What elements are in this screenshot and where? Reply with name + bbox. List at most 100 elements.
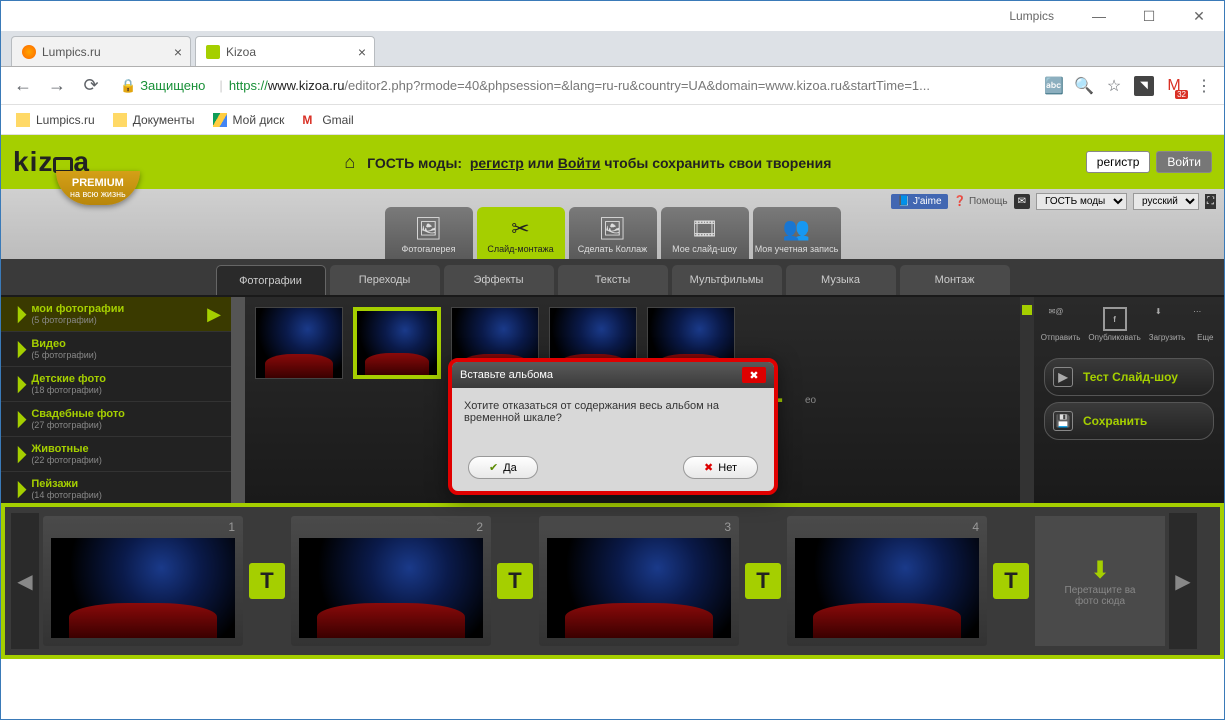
collage-icon: 🖼 [599, 216, 627, 242]
yes-button[interactable]: ✔Да [468, 456, 538, 479]
gmail-icon[interactable]: M 32 [1164, 76, 1184, 96]
download-arrow-icon: ⬇ [1090, 556, 1110, 585]
fb-jaime-button[interactable]: 📘 J'aime [891, 194, 947, 209]
ext-icon[interactable]: ◥ [1134, 76, 1154, 96]
gmail-icon: M [302, 113, 316, 127]
forward-button[interactable]: → [45, 75, 69, 96]
timeline-slot[interactable]: 2 [291, 516, 491, 646]
maximize-button[interactable]: ☐ [1134, 1, 1164, 31]
test-slideshow-button[interactable]: ▶ Тест Слайд-шоу [1044, 358, 1214, 396]
users-icon: 👥 [783, 216, 810, 242]
save-button[interactable]: 💾 Сохранить [1044, 402, 1214, 440]
tab-collage[interactable]: 🖼Сделать Коллаж [569, 207, 657, 259]
register-button[interactable]: регистр [1086, 151, 1151, 173]
browser-tab-lumpics[interactable]: Lumpics.ru × [11, 36, 191, 66]
no-button[interactable]: ✖Нет [683, 456, 758, 479]
mini-toolbar: 📘 J'aime ❓Помощь ✉ ГОСТЬ моды русский ⛶ [891, 193, 1216, 210]
sec-tab-transitions[interactable]: Переходы [330, 265, 440, 295]
fullscreen-icon[interactable]: ⛶ [1205, 194, 1216, 209]
sidebar-item-kids[interactable]: ◢ Детские фото(18 фотографии) [1, 367, 231, 402]
transition-icon: T [497, 563, 533, 599]
tab-label: Kizoa [226, 45, 256, 59]
transition-slot[interactable]: T [743, 516, 783, 646]
transition-icon: T [745, 563, 781, 599]
close-tab-icon[interactable]: × [358, 44, 366, 60]
transition-slot[interactable]: T [247, 516, 287, 646]
sec-tab-texts[interactable]: Тексты [558, 265, 668, 295]
sec-tab-photos[interactable]: Фотографии [216, 265, 326, 295]
right-panel: ✉@Отправить fОпубликовать ⬇Загрузить ⋯Ещ… [1034, 297, 1224, 503]
home-icon[interactable]: ⌂ [344, 152, 355, 172]
gallery-icon: 🖼 [415, 216, 443, 242]
send-button[interactable]: ✉@Отправить [1041, 307, 1081, 342]
timeline-prev-button[interactable]: ◀ [11, 513, 39, 649]
login-button[interactable]: Войти [1156, 151, 1212, 173]
timeline-slot[interactable]: 3 [539, 516, 739, 646]
minimize-button[interactable]: — [1084, 1, 1114, 31]
dialog-titlebar: Вставьте альбома ✖ [452, 362, 774, 388]
register-link[interactable]: регистр [470, 155, 524, 171]
arrow-icon: ◢ [6, 338, 29, 361]
sidebar-scrollbar[interactable] [231, 297, 245, 503]
timeline-drop-zone[interactable]: ⬇ Перетащите ва фото сюда [1035, 516, 1165, 646]
url-path: /editor2.php?rmode=40&phpsession=&lang=r… [344, 78, 930, 93]
timeline-slot[interactable]: 4 [787, 516, 987, 646]
tab-myaccount[interactable]: 👥Моя учетная запись [753, 207, 841, 259]
lang-select[interactable]: русский [1133, 193, 1199, 210]
bookmarks-bar: Lumpics.ru Документы Мой диск MGmail [1, 105, 1224, 135]
bookmark-documents[interactable]: Документы [113, 113, 195, 127]
window-title: Lumpics [1009, 9, 1054, 23]
arrow-icon: ◢ [6, 443, 29, 466]
sec-tab-music[interactable]: Музыка [786, 265, 896, 295]
help-link[interactable]: ❓Помощь [954, 196, 1008, 207]
transition-slot[interactable]: T [495, 516, 535, 646]
sec-tab-cartoons[interactable]: Мультфильмы [672, 265, 782, 295]
transition-slot[interactable]: T [991, 516, 1031, 646]
url-input[interactable]: 🔒 Защищено | https://www.kizoa.ru/editor… [113, 72, 1034, 100]
contact-icon[interactable]: ✉ [1014, 194, 1030, 209]
arrow-icon: ◢ [6, 478, 29, 501]
sidebar-item-landscapes[interactable]: ◢ Пейзажи(14 фотографии) [1, 472, 231, 503]
tab-myslideshow[interactable]: 🎞Мое слайд-шоу [661, 207, 749, 259]
close-window-button[interactable]: ✕ [1184, 1, 1214, 31]
bookmark-mydisk[interactable]: Мой диск [213, 113, 285, 127]
close-tab-icon[interactable]: × [174, 44, 182, 60]
sidebar-item-video[interactable]: ◢ Видео(5 фотографии) [1, 332, 231, 367]
sec-tab-montage[interactable]: Монтаж [900, 265, 1010, 295]
bookmark-gmail[interactable]: MGmail [302, 113, 353, 127]
photo-thumb[interactable] [255, 307, 343, 379]
browser-tab-bar: Lumpics.ru × Kizoa × [1, 31, 1224, 67]
save-icon: 💾 [1053, 411, 1073, 431]
guest-select[interactable]: ГОСТЬ моды [1036, 193, 1127, 210]
sec-tab-effects[interactable]: Эффекты [444, 265, 554, 295]
login-link[interactable]: Войти [558, 155, 601, 171]
tab-slidemontage[interactable]: ✂Слайд-монтажа [477, 207, 565, 259]
bookmark-lumpics[interactable]: Lumpics.ru [16, 113, 95, 127]
sidebar-item-myphotos[interactable]: ◢ мои фотографии(5 фотографии) ▶ [1, 297, 231, 332]
add-hint: ео [805, 395, 816, 406]
url-host: www.kizoa.ru [268, 78, 345, 93]
tab-photogallery[interactable]: 🖼Фотогалерея [385, 207, 473, 259]
arrow-icon: ◢ [6, 408, 29, 431]
browser-tab-kizoa[interactable]: Kizoa × [195, 36, 375, 66]
back-button[interactable]: ← [11, 75, 35, 96]
timeline-next-button[interactable]: ▶ [1169, 513, 1197, 649]
play-icon[interactable]: ▶ [207, 304, 221, 325]
translate-icon[interactable]: 🔤 [1044, 76, 1064, 96]
album-sidebar[interactable]: ◢ мои фотографии(5 фотографии) ▶ ◢ Видео… [1, 297, 231, 503]
reload-button[interactable]: ⟳ [79, 75, 103, 96]
sub-header: 📘 J'aime ❓Помощь ✉ ГОСТЬ моды русский ⛶ … [1, 189, 1224, 259]
sidebar-item-animals[interactable]: ◢ Животные(22 фотографии) [1, 437, 231, 472]
dialog-close-button[interactable]: ✖ [742, 367, 766, 383]
photo-thumb-selected[interactable] [353, 307, 441, 379]
cross-icon: ✖ [704, 461, 713, 474]
star-icon[interactable]: ☆ [1104, 76, 1124, 96]
zoom-icon[interactable]: 🔍 [1074, 76, 1094, 96]
timeline-slot[interactable]: 1 [43, 516, 243, 646]
sidebar-item-wedding[interactable]: ◢ Свадебные фото(27 фотографии) [1, 402, 231, 437]
download-button[interactable]: ⬇Загрузить [1149, 307, 1186, 342]
timeline: ◀ 1 T 2 T 3 T 4 T ⬇ Перетащите ва фото с… [5, 507, 1220, 655]
publish-button[interactable]: fОпубликовать [1088, 307, 1140, 342]
menu-icon[interactable]: ⋮ [1194, 76, 1214, 96]
more-button[interactable]: ⋯Еще [1193, 307, 1217, 342]
